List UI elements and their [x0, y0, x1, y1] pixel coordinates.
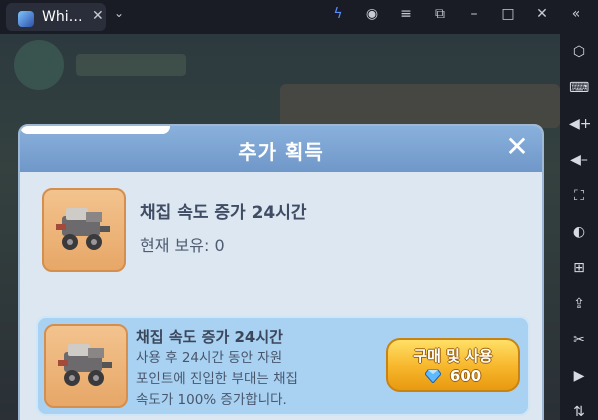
- offer-desc-line: 사용 후 24시간 동안 자원: [136, 350, 283, 366]
- game-viewport[interactable]: 추가 획득 ✕ 채집 속도 증가 24시간 현재 보유: 0 채집 속도 증가 …: [0, 34, 560, 420]
- title-bar: Whi… ✕ ⌄ ϟ ◉ ≡ ⧉ – □ ✕ «: [0, 0, 598, 34]
- screenshot-icon[interactable]: ✂: [569, 330, 589, 350]
- background-avatar: [14, 40, 64, 90]
- menu-icon[interactable]: ≡: [396, 6, 416, 22]
- maximize-icon[interactable]: □: [498, 6, 518, 22]
- background-panel: [280, 84, 560, 128]
- collapse-sidebar-icon[interactable]: «: [566, 6, 586, 22]
- screen-icon[interactable]: ⧉: [430, 6, 450, 22]
- offer-desc-line: 속도가 100% 증가합니다.: [136, 392, 287, 408]
- price-row: 600: [388, 366, 518, 385]
- background-label: [76, 54, 186, 76]
- app-window: Whi… ✕ ⌄ ϟ ◉ ≡ ⧉ – □ ✕ « 추가 획득 ✕ 채집 속도 증…: [0, 0, 598, 420]
- offer-card: 채집 속도 증가 24시간 사용 후 24시간 동안 자원 포인트에 진입한 부…: [36, 316, 530, 416]
- close-window-icon[interactable]: ✕: [532, 6, 552, 22]
- settings-icon[interactable]: ⬡: [569, 42, 589, 62]
- item-thumbnail: [42, 188, 126, 272]
- tab-close-icon[interactable]: ✕: [92, 8, 104, 24]
- price-value: 600: [449, 367, 482, 385]
- record-icon[interactable]: ▶: [569, 366, 589, 386]
- dialog-header: 추가 획득 ✕: [20, 126, 542, 172]
- extra-acquire-dialog: 추가 획득 ✕ 채집 속도 증가 24시간 현재 보유: 0 채집 속도 증가 …: [18, 124, 544, 420]
- minimize-icon[interactable]: –: [464, 6, 484, 22]
- owned-item-name: 채집 속도 증가 24시간: [140, 203, 307, 223]
- app-tab[interactable]: Whi… ✕: [6, 3, 106, 31]
- dialog-title: 추가 획득: [238, 140, 324, 164]
- install-apk-icon[interactable]: ⇪: [569, 294, 589, 314]
- offer-item-description: 사용 후 24시간 동안 자원 포인트에 진입한 부대는 채집 속도가 100%…: [136, 348, 366, 411]
- fullscreen-icon[interactable]: ⛶: [569, 186, 589, 206]
- account-icon[interactable]: ◉: [362, 6, 382, 22]
- boost-icon[interactable]: ϟ: [328, 6, 348, 22]
- lock-cursor-icon[interactable]: ◐: [569, 222, 589, 242]
- keyboard-icon[interactable]: ⌨: [569, 78, 589, 98]
- owned-count: 현재 보유: 0: [140, 236, 225, 255]
- gathering-cart-icon: [56, 208, 110, 250]
- app-icon: [18, 11, 34, 27]
- offer-item-name: 채집 속도 증가 24시간: [136, 328, 283, 346]
- snow-decoration: [20, 126, 170, 134]
- close-icon[interactable]: ✕: [502, 132, 532, 162]
- volume-down-icon[interactable]: ◀–: [569, 150, 589, 170]
- diamond-icon: [424, 369, 441, 383]
- buy-button-label: 구매 및 사용: [413, 347, 493, 365]
- more-icon[interactable]: ⇅: [569, 402, 589, 420]
- gathering-cart-icon: [58, 344, 112, 386]
- multi-instance-icon[interactable]: ⊞: [569, 258, 589, 278]
- chevron-down-icon[interactable]: ⌄: [114, 6, 124, 20]
- offer-desc-line: 포인트에 진입한 부대는 채집: [136, 371, 298, 387]
- buy-and-use-button[interactable]: 구매 및 사용 600: [386, 338, 520, 392]
- emulator-sidebar: ⬡ ⌨ ◀+ ◀– ⛶ ◐ ⊞ ⇪ ✂ ▶ ⇅: [560, 34, 598, 420]
- tab-title: Whi…: [42, 9, 83, 25]
- offer-item-thumbnail: [44, 324, 128, 408]
- volume-up-icon[interactable]: ◀+: [569, 114, 592, 134]
